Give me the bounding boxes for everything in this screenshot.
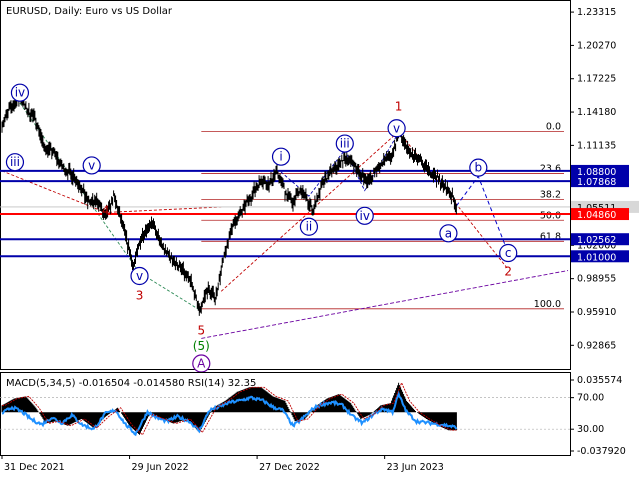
level-box-label-1.07868: 1.07868	[577, 177, 616, 188]
y-tick-label-1: 1.20270	[577, 40, 616, 51]
wave-label-1: iii	[5, 153, 25, 172]
wave-label-2: v	[82, 156, 101, 175]
wave-text-11: iii	[340, 137, 350, 151]
indicator-title: MACD(5,34,5) -0.016504 -0.014580 RSI(14)…	[6, 378, 256, 389]
wave-text-16: a	[445, 226, 452, 240]
wave-label-3: 4	[102, 203, 110, 217]
indicator-axis: 0.035574 70.00 30.00 -0.037920	[570, 375, 626, 457]
ind-tick-label-3: -0.037920	[577, 446, 626, 457]
wave-label-14: v	[387, 119, 406, 138]
fib-label-61-8: 61.8	[540, 231, 561, 242]
y-tick-label-2: 1.17225	[577, 74, 616, 85]
ind-tick-label-2: 30.00	[577, 424, 604, 435]
wave-label-16: a	[439, 224, 458, 243]
wave-text-1: iii	[10, 155, 20, 169]
wave-label-15: b	[469, 158, 488, 177]
y-tick-label-0: 1.23315	[577, 7, 616, 18]
y-tick-label-8: 0.98955	[577, 274, 616, 285]
wave-text-6: 5	[197, 324, 205, 338]
wave-text-0: iv	[15, 86, 25, 100]
wave-label-8: A	[192, 354, 211, 373]
x-tick-label-3: 23 Jun 2023	[387, 462, 444, 473]
wave-label-17: c	[499, 243, 518, 263]
wave-text-2: v	[88, 158, 95, 172]
wave-text-13: 1	[395, 99, 403, 113]
wave-label-6: 5	[197, 324, 205, 338]
wave-text-10: ii	[306, 220, 313, 234]
wave-text-17: c	[505, 246, 512, 260]
eurusd-chart[interactable]: 0.023.638.250.061.8100.0 iviii v4v35(5)Ai…	[0, 0, 640, 480]
fib-label-0-0: 0.0	[546, 122, 561, 133]
wave-label-10: ii	[299, 217, 319, 236]
x-tick-label-2: 27 Dec 2022	[259, 462, 320, 473]
wave-label-4: v	[130, 266, 149, 286]
wave-text-18: 2	[504, 265, 512, 279]
wave-label-13: 1	[395, 99, 403, 113]
main-plot-area	[0, 0, 571, 370]
wave-label-9: i	[271, 147, 291, 166]
wave-text-15: b	[475, 161, 483, 175]
fib-label-38-2: 38.2	[540, 189, 561, 200]
x-tick-label-0: 31 Dec 2021	[4, 462, 65, 473]
wave-label-11: iii	[335, 134, 354, 153]
fib-label-100-0: 100.0	[534, 299, 561, 310]
x-tick-label-1: 29 Jun 2022	[132, 462, 189, 473]
wave-label-7: (5)	[193, 339, 210, 353]
wave-text-14: v	[393, 121, 400, 135]
chart-title: EURUSD, Daily: Euro vs US Dollar	[6, 6, 173, 17]
level-box-label-1.01000: 1.01000	[577, 252, 616, 263]
wave-text-4: v	[136, 269, 143, 283]
y-tick-label-9: 0.95910	[577, 307, 616, 318]
level-box-label-1.04860: 1.04860	[577, 210, 616, 221]
wave-text-8: A	[197, 357, 206, 371]
wave-text-12: iv	[359, 209, 369, 223]
wave-label-0: iv	[10, 83, 30, 102]
y-tick-label-4: 1.11135	[577, 140, 616, 151]
wave-text-9: i	[279, 150, 282, 164]
level-box-label-1.02562: 1.02562	[577, 235, 616, 246]
wave-label-18: 2	[504, 265, 512, 279]
fib-label-23-6: 23.6	[540, 163, 561, 174]
wave-text-5: 3	[136, 289, 144, 303]
ind-tick-label-1: 70.00	[577, 393, 604, 404]
wave-text-3: 4	[102, 203, 110, 217]
wave-label-5: 3	[136, 289, 144, 303]
wave-text-7: (5)	[193, 339, 210, 353]
fib-label-50-0: 50.0	[540, 210, 561, 221]
y-tick-label-10: 0.92865	[577, 340, 616, 351]
time-axis: 31 Dec 2021 29 Jun 2022 27 Dec 2022 23 Jun …	[1, 455, 444, 473]
ind-tick-label-0: 0.035574	[577, 375, 622, 386]
wave-label-12: iv	[355, 206, 374, 225]
y-tick-label-3: 1.14180	[577, 107, 616, 118]
